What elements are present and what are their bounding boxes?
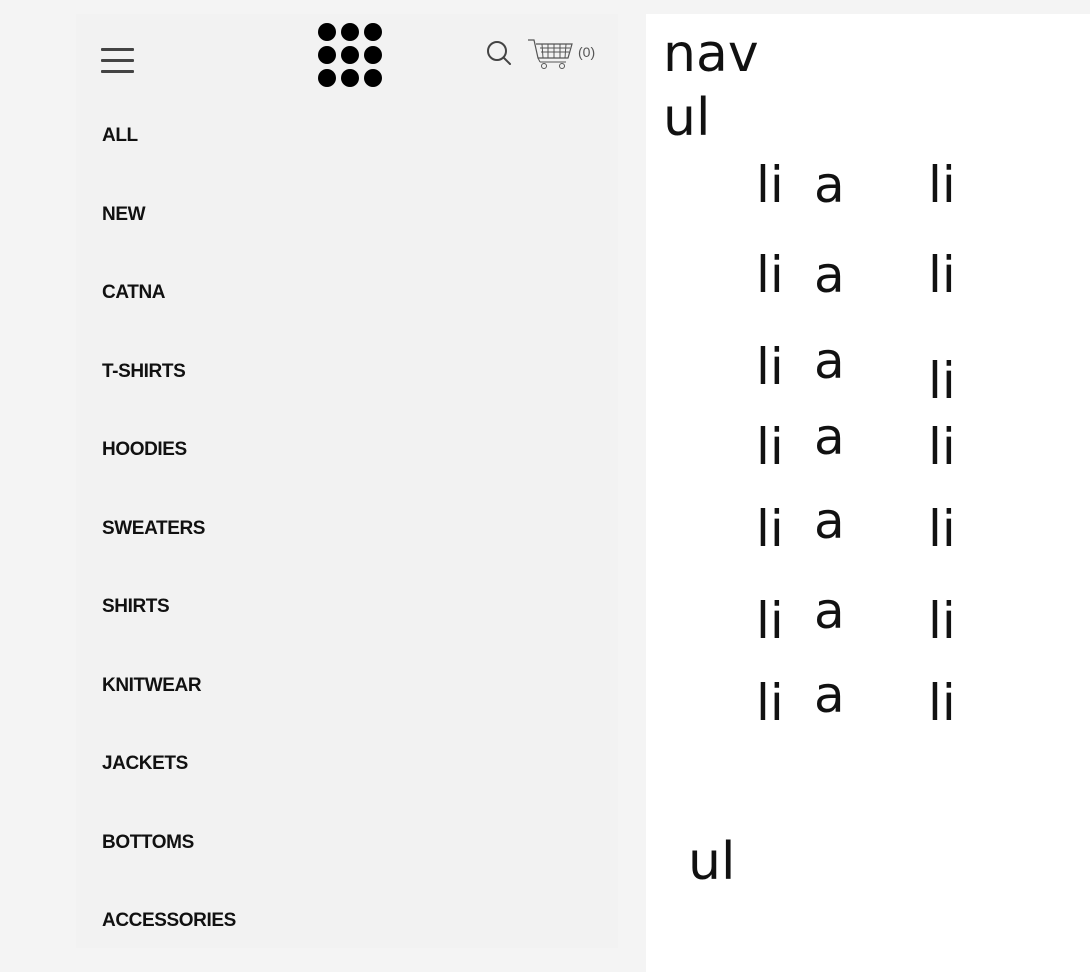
page: (0) ALL NEW CATNA T-SHIRTS HOODIES SWEAT… — [0, 0, 1090, 972]
ul-tag-label-bottom: ul — [688, 832, 736, 892]
cart-count: (0) — [578, 44, 596, 60]
ul-tag-label-top: ul — [663, 88, 711, 148]
menu-item-new[interactable]: NEW — [102, 204, 146, 226]
menu-item-accessories[interactable]: ACCESSORIES — [102, 910, 236, 932]
a-tag-label: a — [814, 492, 845, 550]
menu-item-sweaters[interactable]: SWEATERS — [102, 518, 205, 540]
li-tag-label: li — [756, 338, 784, 396]
li-tag-label: li — [756, 156, 784, 214]
a-tag-label: a — [814, 666, 845, 724]
search-icon[interactable] — [486, 40, 512, 66]
shopping-cart-icon — [528, 39, 573, 69]
menu-item-shirts[interactable]: SHIRTS — [102, 596, 170, 618]
li-tag-label: li — [756, 418, 784, 476]
hamburger-icon[interactable] — [101, 48, 135, 74]
li-tag-label: li — [756, 674, 784, 732]
cart-button[interactable]: (0) — [526, 36, 600, 70]
a-tag-label: a — [814, 408, 845, 466]
li-tag-label: li — [928, 246, 956, 304]
navigation-menu-panel: (0) ALL NEW CATNA T-SHIRTS HOODIES SWEAT… — [76, 14, 618, 948]
nav-tag-label: nav — [663, 24, 759, 84]
li-tag-label: li — [756, 592, 784, 650]
menu-item-t-shirts[interactable]: T-SHIRTS — [102, 361, 186, 383]
a-tag-label: a — [814, 246, 845, 304]
menu-item-hoodies[interactable]: HOODIES — [102, 439, 187, 461]
menu-item-jackets[interactable]: JACKETS — [102, 753, 188, 775]
li-tag-label: li — [928, 156, 956, 214]
menu-item-catna[interactable]: CATNA — [102, 282, 165, 304]
a-tag-label: a — [814, 582, 845, 640]
li-tag-label: li — [756, 246, 784, 304]
li-tag-label: li — [928, 500, 956, 558]
li-tag-label: li — [756, 500, 784, 558]
li-tag-label: li — [928, 418, 956, 476]
li-tag-label: li — [928, 592, 956, 650]
menu-item-knitwear[interactable]: KNITWEAR — [102, 675, 202, 697]
a-tag-label: a — [814, 156, 845, 214]
dot-grid-logo-icon[interactable] — [317, 22, 383, 88]
li-tag-label: li — [928, 674, 956, 732]
a-tag-label: a — [814, 332, 845, 390]
menu-item-all[interactable]: ALL — [102, 125, 138, 147]
menu-item-bottoms[interactable]: BOTTOMS — [102, 832, 194, 854]
li-tag-label: li — [928, 352, 956, 410]
element-outline-panel: nav ul li a li li a li li a li li a li l… — [646, 14, 1090, 972]
